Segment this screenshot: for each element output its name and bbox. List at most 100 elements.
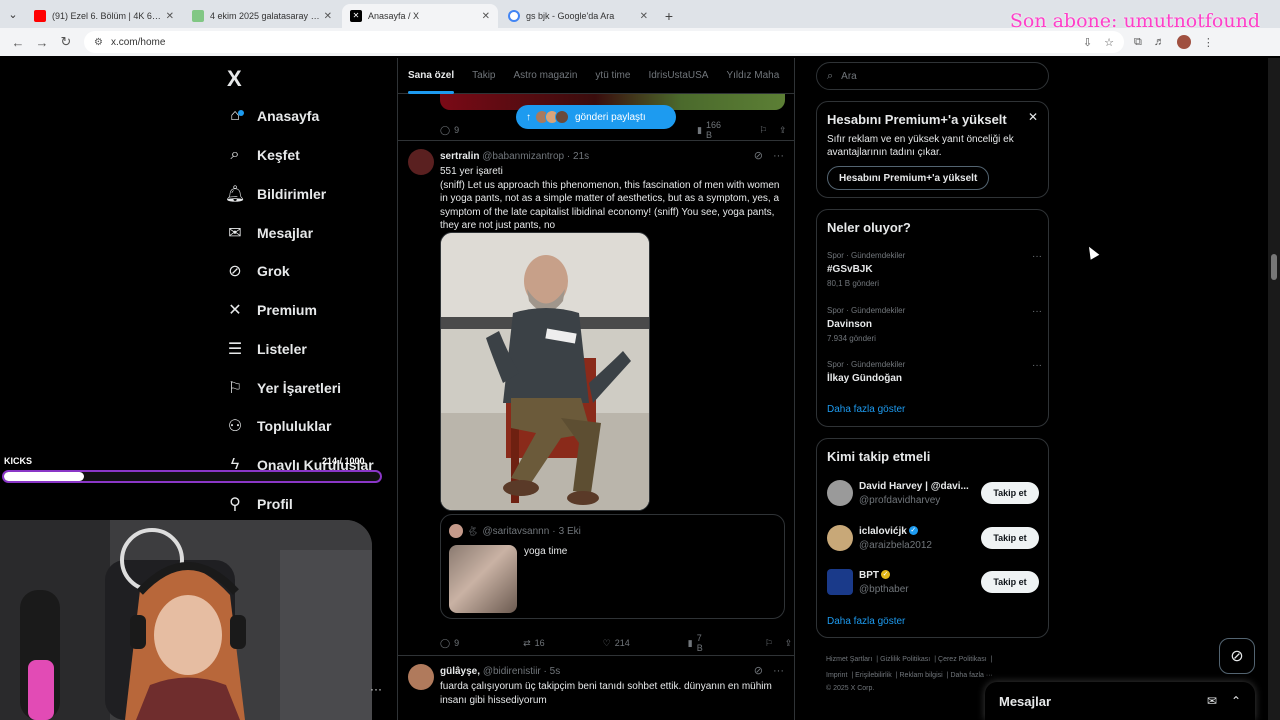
footer-link[interactable]: Imprint [826, 672, 847, 679]
bookmark-button[interactable]: ⚐ [765, 638, 773, 649]
share-button[interactable]: ⇪ [785, 638, 793, 649]
views-button[interactable]: ▮ 7 B [688, 633, 703, 653]
browser-tab[interactable]: gs bjk - Google'da Ara ✕ [500, 4, 656, 28]
footer-link[interactable]: Erişilebilirlik [855, 672, 892, 679]
author-name[interactable]: gülâyşe, [440, 666, 480, 677]
quoted-post[interactable]: 🐇︎ @saritavsannn · 3 Eki yoga time [440, 514, 785, 619]
footer-link[interactable]: Çerez Politikası [938, 656, 987, 663]
bookmark-star-icon[interactable]: ☆ [1104, 36, 1114, 49]
more-icon[interactable]: ··· [1032, 360, 1042, 371]
forward-icon[interactable]: → [30, 30, 54, 54]
share-button[interactable]: ⇪ [779, 125, 787, 136]
url-bar[interactable]: ⚙ x.com/home ⇩ ☆ [84, 31, 1124, 53]
media-icon[interactable]: ♬ [1154, 36, 1165, 48]
avatar[interactable] [827, 525, 853, 551]
messages-drawer[interactable]: Mesajlar ✉ ⌃ [985, 682, 1255, 720]
follow-button[interactable]: Takip et [981, 571, 1039, 593]
tab-list[interactable]: IdrisUstaUSA [648, 70, 708, 81]
more-icon[interactable]: ··· [773, 665, 784, 677]
author-handle[interactable]: @bidirenistiir [483, 666, 541, 677]
search-input[interactable]: ⌕ Ara [816, 62, 1049, 90]
reply-button[interactable]: ◯ 9 [440, 638, 459, 649]
like-button[interactable]: ♡ 214 [603, 638, 630, 649]
reply-button[interactable]: ◯ 9 [440, 125, 459, 136]
back-icon[interactable]: ← [6, 30, 30, 54]
more-icon[interactable]: ··· [1032, 251, 1042, 262]
footer-link[interactable]: Hizmet Şartları [826, 656, 872, 663]
follow-suggestion[interactable]: iclalovićjk ✓ @araizbela2012 Takip et [827, 522, 1039, 554]
avatar[interactable] [408, 149, 434, 175]
more-icon[interactable]: ··· [1032, 306, 1042, 317]
reload-icon[interactable]: ↻ [54, 30, 78, 54]
close-icon[interactable]: ✕ [1028, 110, 1038, 124]
bookmark-button[interactable]: ⚐ [759, 125, 767, 136]
browser-tab-active[interactable]: ✕ Anasayfa / X ✕ [342, 4, 498, 28]
tab-following[interactable]: Takip [472, 70, 495, 81]
browser-tab[interactable]: 4 ekim 2025 galatasaray beşikt... ✕ [184, 4, 340, 28]
show-more-follow-link[interactable]: Daha fazla göster [827, 616, 905, 627]
trend-item[interactable]: Spor · Gündemdekiler Davinson 7.934 gönd… [827, 306, 1042, 343]
views-button[interactable]: ▮ 166 B [697, 120, 721, 140]
x-logo-icon[interactable]: X [227, 66, 242, 92]
post-time[interactable]: 21s [573, 151, 589, 162]
close-tab-icon[interactable]: ✕ [640, 11, 648, 22]
install-icon[interactable]: ⇩ [1083, 36, 1092, 49]
browser-tab[interactable]: (91) Ezel 6. Bölüm | 4K 60 FPS - ✕ [26, 4, 182, 28]
footer-link[interactable]: Gizlilik Politikası [880, 656, 930, 663]
post-image[interactable] [440, 232, 650, 511]
tab-list[interactable]: Yıldız Maha [726, 70, 779, 81]
sidebar-item-premium[interactable]: ✕ Premium [220, 295, 317, 325]
follow-suggestion[interactable]: David Harvey | @davi... @profdavidharvey… [827, 477, 1039, 509]
avatar[interactable] [408, 664, 434, 690]
chevron-up-icon[interactable]: ⌃ [1231, 694, 1241, 708]
tab-search-icon[interactable]: ⌄ [0, 0, 26, 28]
sidebar-item-bookmarks[interactable]: ⚐ Yer İşaretleri [220, 373, 341, 403]
extensions-icon[interactable]: ⧉ [1134, 36, 1142, 49]
repost-button[interactable]: ⇄ 16 [523, 638, 545, 649]
trend-item[interactable]: Spor · Gündemdekiler #GSvBJK 80,1 B gönd… [827, 251, 1042, 288]
tab-for-you[interactable]: Sana özel [408, 70, 455, 94]
sidebar-item-home[interactable]: ⌂ Anasayfa [220, 101, 319, 131]
sidebar-item-lists[interactable]: ☰ Listeler [220, 334, 307, 364]
trend-item[interactable]: Spor · Gündemdekiler İlkay Gündoğan ··· [827, 360, 1042, 384]
sidebar-item-communities[interactable]: ⚇ Topluluklar [220, 411, 332, 441]
site-info-icon[interactable]: ⚙ [94, 37, 103, 48]
post[interactable]: gülâyşe, @bidirenistiir · 5s ⊘ ··· fuarda… [398, 655, 794, 720]
close-tab-icon[interactable]: ✕ [166, 11, 174, 22]
chrome-menu-icon[interactable]: ⋮ [1203, 36, 1214, 49]
sidebar-item-messages[interactable]: ✉ Mesajlar [220, 218, 313, 248]
show-more-trends-link[interactable]: Daha fazla göster [827, 404, 905, 415]
avatar[interactable] [827, 480, 853, 506]
post[interactable]: sertralin @babanmizantrop · 21s ⊘ ··· 551… [398, 140, 794, 655]
new-tab-button[interactable]: + [658, 4, 680, 28]
new-posts-pill[interactable]: ↑ gönderi paylaştı [516, 105, 676, 129]
sidebar-item-profile[interactable]: ⚲ Profil [220, 489, 293, 519]
avatar[interactable] [827, 569, 853, 595]
page-scrollbar[interactable] [1268, 58, 1280, 720]
upgrade-premium-button[interactable]: Hesabını Premium+'a yükselt [827, 166, 990, 190]
quote-thumbnail[interactable] [449, 545, 517, 613]
more-icon[interactable]: ··· [773, 150, 784, 162]
follow-button[interactable]: Takip et [981, 527, 1039, 549]
footer-link[interactable]: Reklam bilgisi [900, 672, 943, 679]
tab-list[interactable]: ytü time [595, 70, 630, 81]
sidebar-item-notifications[interactable]: 🔔︎ Bildirimler [220, 179, 326, 209]
profile-avatar-icon[interactable] [1176, 35, 1191, 49]
grok-icon[interactable]: ⊘ [754, 150, 763, 162]
tab-list[interactable]: Astro magazin [514, 70, 578, 81]
follow-button[interactable]: Takip et [981, 482, 1039, 504]
more-icon[interactable]: ··· [370, 682, 382, 696]
sidebar-item-grok[interactable]: ⊘ Grok [220, 256, 289, 286]
new-message-icon[interactable]: ✉ [1207, 694, 1217, 708]
scrollbar-thumb[interactable] [1271, 254, 1277, 280]
sidebar-item-explore[interactable]: ⌕ Keşfet [220, 140, 300, 170]
author-name[interactable]: sertralin [440, 151, 479, 162]
grok-fab-icon[interactable]: ⊘ [1219, 638, 1255, 674]
post-time[interactable]: 5s [550, 666, 561, 677]
footer-link[interactable]: Daha fazla ··· [950, 672, 992, 679]
follow-suggestion[interactable]: BPT ✓ @bpthaber Takip et [827, 566, 1039, 598]
close-tab-icon[interactable]: ✕ [324, 11, 332, 22]
close-tab-icon[interactable]: ✕ [482, 11, 490, 22]
author-handle[interactable]: @babanmizantrop [482, 151, 564, 162]
grok-icon[interactable]: ⊘ [754, 665, 763, 677]
